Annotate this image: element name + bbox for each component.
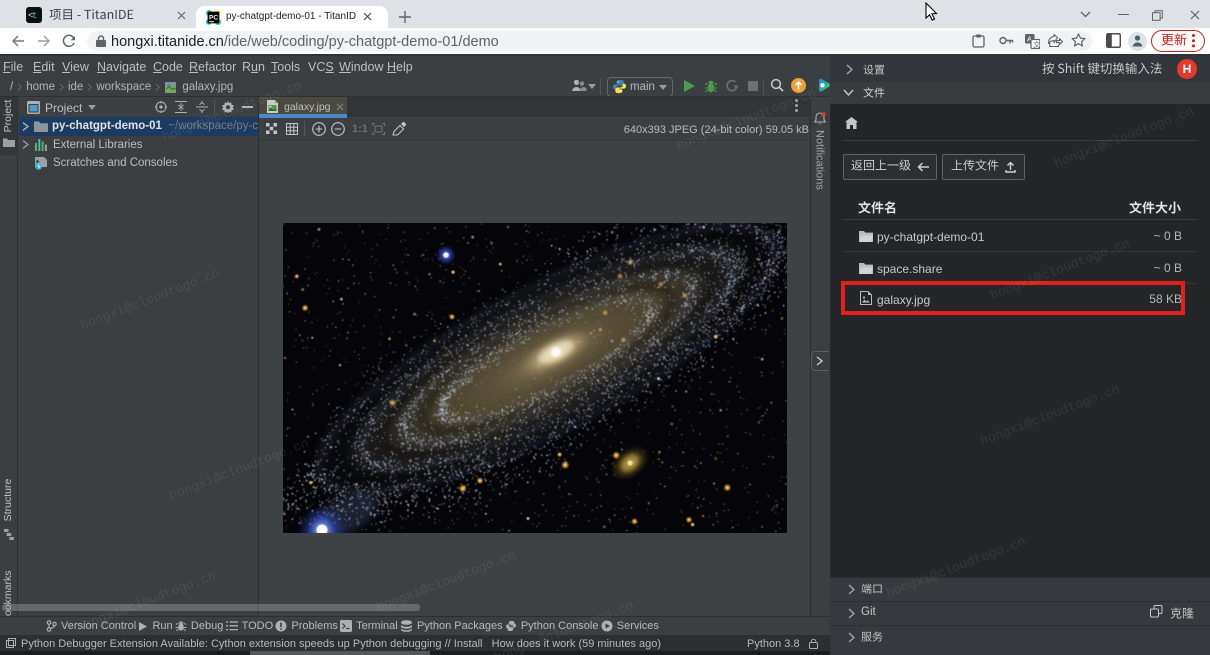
svg-text:文: 文 — [1033, 40, 1040, 49]
svg-text:PC: PC — [209, 15, 218, 22]
svg-text:t: t — [32, 11, 37, 20]
